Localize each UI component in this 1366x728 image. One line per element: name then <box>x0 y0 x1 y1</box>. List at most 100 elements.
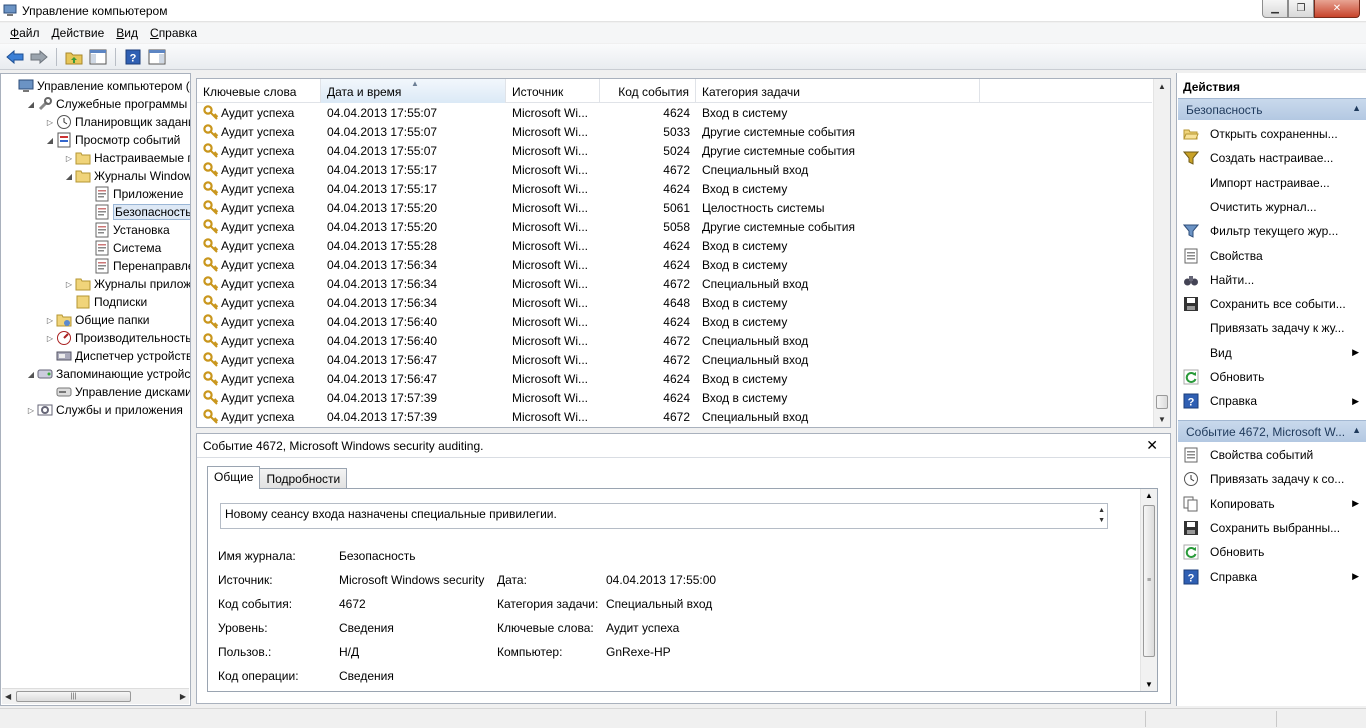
action-item[interactable]: ? Справка ▶ <box>1183 391 1363 411</box>
scroll-down-icon[interactable]: ▼ <box>1145 680 1153 689</box>
collapse-icon[interactable]: ▲ <box>1352 103 1361 113</box>
tree-expander-icon[interactable]: ▷ <box>44 334 56 343</box>
scroll-down-icon[interactable]: ▼ <box>1158 415 1166 424</box>
scroll-up-icon[interactable]: ▲ <box>1145 491 1153 500</box>
action-item[interactable]: Фильтр текущего жур... <box>1183 221 1363 241</box>
tree-expander-icon[interactable]: ▷ <box>44 118 56 127</box>
scroll-right-icon[interactable]: ▶ <box>180 692 186 701</box>
column-keywords[interactable]: Ключевые слова <box>197 79 321 103</box>
scroll-thumb[interactable]: ||| <box>16 691 131 702</box>
tree-expander-icon[interactable]: ▷ <box>63 280 75 289</box>
table-row[interactable]: Аудит успеха 04.04.2013 17:55:07 Microsoft… <box>197 123 1152 142</box>
tab-general[interactable]: Общие <box>207 466 261 489</box>
table-row[interactable]: Аудит успеха 04.04.2013 17:56:40 Microsoft… <box>197 313 1152 332</box>
table-row[interactable]: Аудит успеха 04.04.2013 17:56:34 Microsoft… <box>197 256 1152 275</box>
collapse-icon[interactable]: ▲ <box>1352 425 1361 435</box>
tree-expander-icon[interactable]: ◢ <box>44 136 56 145</box>
minimize-button[interactable]: ▁ <box>1262 0 1288 18</box>
tree-expander-icon[interactable]: ◢ <box>25 370 37 379</box>
tree-item[interactable]: Подписки <box>63 293 147 311</box>
action-item[interactable]: Привязать задачу к со... <box>1183 469 1363 489</box>
menu-file[interactable]: Файл <box>6 26 48 40</box>
show-hide-action-pane-button[interactable] <box>146 46 168 68</box>
table-row[interactable]: Аудит успеха 04.04.2013 17:57:39 Microsoft… <box>197 408 1152 427</box>
table-row[interactable]: Аудит успеха 04.04.2013 17:55:07 Microsoft… <box>197 104 1152 123</box>
tree-item[interactable]: ◢ Запоминающие устройст <box>25 365 190 383</box>
column-event-id[interactable]: Код события <box>600 79 696 103</box>
tree-item[interactable]: ◢ Журналы Windows <box>63 167 190 185</box>
action-item[interactable]: Найти... <box>1183 270 1363 290</box>
table-row[interactable]: Аудит успеха 04.04.2013 17:57:39 Microsoft… <box>197 389 1152 408</box>
menu-action[interactable]: Действие <box>48 26 113 40</box>
action-item[interactable]: Вид ▶ <box>1183 343 1363 363</box>
event-message[interactable]: Новому сеансу входа назначены специальны… <box>220 503 1108 529</box>
show-hide-tree-button[interactable] <box>87 46 109 68</box>
table-row[interactable]: Аудит успеха 04.04.2013 17:55:07 Microsoft… <box>197 142 1152 161</box>
scroll-up-icon[interactable]: ▲ <box>1158 82 1166 91</box>
tree-expander-icon[interactable]: ▷ <box>63 154 75 163</box>
tree-item[interactable]: ▷ Службы и приложения <box>25 401 183 419</box>
tree-item[interactable]: Безопасность <box>82 203 190 221</box>
table-row[interactable]: Аудит успеха 04.04.2013 17:56:40 Microsoft… <box>197 332 1152 351</box>
up-folder-button[interactable] <box>63 46 85 68</box>
action-item[interactable]: Обновить <box>1183 367 1363 387</box>
close-icon[interactable]: ✕ <box>1146 437 1158 454</box>
scroll-thumb[interactable] <box>1156 395 1168 409</box>
scroll-left-icon[interactable]: ◀ <box>5 692 11 701</box>
tree-item[interactable]: ◢ Просмотр событий <box>44 131 180 149</box>
scroll-thumb[interactable]: ≡ <box>1143 505 1155 657</box>
tree-item[interactable]: Управление компьютером (л <box>6 77 190 95</box>
tree-item[interactable]: ▷ Планировщик заданий <box>44 113 190 131</box>
actions-section-event[interactable]: Событие 4672, Microsoft W... ▲ <box>1178 420 1366 442</box>
table-row[interactable]: Аудит успеха 04.04.2013 17:56:34 Microsoft… <box>197 275 1152 294</box>
action-item[interactable]: Сохранить выбранны... <box>1183 518 1363 538</box>
forward-button[interactable] <box>28 46 50 68</box>
action-item[interactable]: Создать настраивае... <box>1183 148 1363 168</box>
action-item[interactable]: Свойства событий <box>1183 445 1363 465</box>
menu-view[interactable]: Вид <box>112 26 146 40</box>
action-item[interactable]: Свойства <box>1183 246 1363 266</box>
tree-expander-icon[interactable]: ◢ <box>25 100 37 109</box>
message-scroll-arrows[interactable]: ▲ ▼ <box>1098 506 1105 526</box>
tree-item[interactable]: Установка <box>82 221 170 239</box>
tab-details[interactable]: Подробности <box>259 468 348 489</box>
event-list-scrollbar[interactable]: ▲ ▼ <box>1153 79 1170 427</box>
tree-item[interactable]: Приложение <box>82 185 183 203</box>
table-row[interactable]: Аудит успеха 04.04.2013 17:55:20 Microsoft… <box>197 218 1152 237</box>
table-row[interactable]: Аудит успеха 04.04.2013 17:55:20 Microsoft… <box>197 199 1152 218</box>
detail-scrollbar[interactable]: ▲ ≡ ▼ <box>1140 489 1157 691</box>
back-button[interactable] <box>4 46 26 68</box>
action-item[interactable]: Очистить журнал... <box>1183 197 1363 217</box>
actions-section-security[interactable]: Безопасность ▲ <box>1178 98 1366 120</box>
table-row[interactable]: Аудит успеха 04.04.2013 17:55:17 Microsoft… <box>197 161 1152 180</box>
column-source[interactable]: Источник <box>506 79 600 103</box>
tree-item[interactable]: ▷ Производительность <box>44 329 190 347</box>
table-row[interactable]: Аудит успеха 04.04.2013 17:56:47 Microsoft… <box>197 370 1152 389</box>
menu-help[interactable]: Справка <box>146 26 205 40</box>
tree-item[interactable]: Перенаправлен <box>82 257 190 275</box>
help-button[interactable]: ? <box>122 46 144 68</box>
tree-item[interactable]: Управление дисками <box>44 383 190 401</box>
tree-item[interactable]: ▷ Журналы приложе <box>63 275 190 293</box>
action-item[interactable]: Обновить <box>1183 542 1363 562</box>
tree-item[interactable]: ◢ Служебные программы <box>25 95 187 113</box>
table-row[interactable]: Аудит успеха 04.04.2013 17:55:17 Microsoft… <box>197 180 1152 199</box>
column-datetime[interactable]: Дата и время ▲ <box>321 79 506 103</box>
action-item[interactable]: ? Справка ▶ <box>1183 567 1363 587</box>
tree-expander-icon[interactable]: ▷ <box>44 316 56 325</box>
tree-expander-icon[interactable]: ▷ <box>25 406 37 415</box>
tree-item[interactable]: ▷ Настраиваемые пр <box>63 149 190 167</box>
table-row[interactable]: Аудит успеха 04.04.2013 17:55:28 Microsoft… <box>197 237 1152 256</box>
table-row[interactable]: Аудит успеха 04.04.2013 17:56:47 Microsoft… <box>197 351 1152 370</box>
action-item[interactable]: Сохранить все событи... <box>1183 294 1363 314</box>
action-item[interactable]: Копировать ▶ <box>1183 494 1363 514</box>
maximize-button[interactable]: ❐ <box>1288 0 1314 18</box>
table-row[interactable]: Аудит успеха 04.04.2013 17:56:34 Microsoft… <box>197 294 1152 313</box>
action-item[interactable]: Импорт настраивае... <box>1183 173 1363 193</box>
tree-expander-icon[interactable]: ◢ <box>63 172 75 181</box>
action-item[interactable]: Привязать задачу к жу... <box>1183 318 1363 338</box>
tree-item[interactable]: ▷ Общие папки <box>44 311 150 329</box>
close-button[interactable]: ✕ <box>1314 0 1360 18</box>
tree-item[interactable]: Система <box>82 239 161 257</box>
action-item[interactable]: Открыть сохраненны... <box>1183 124 1363 144</box>
